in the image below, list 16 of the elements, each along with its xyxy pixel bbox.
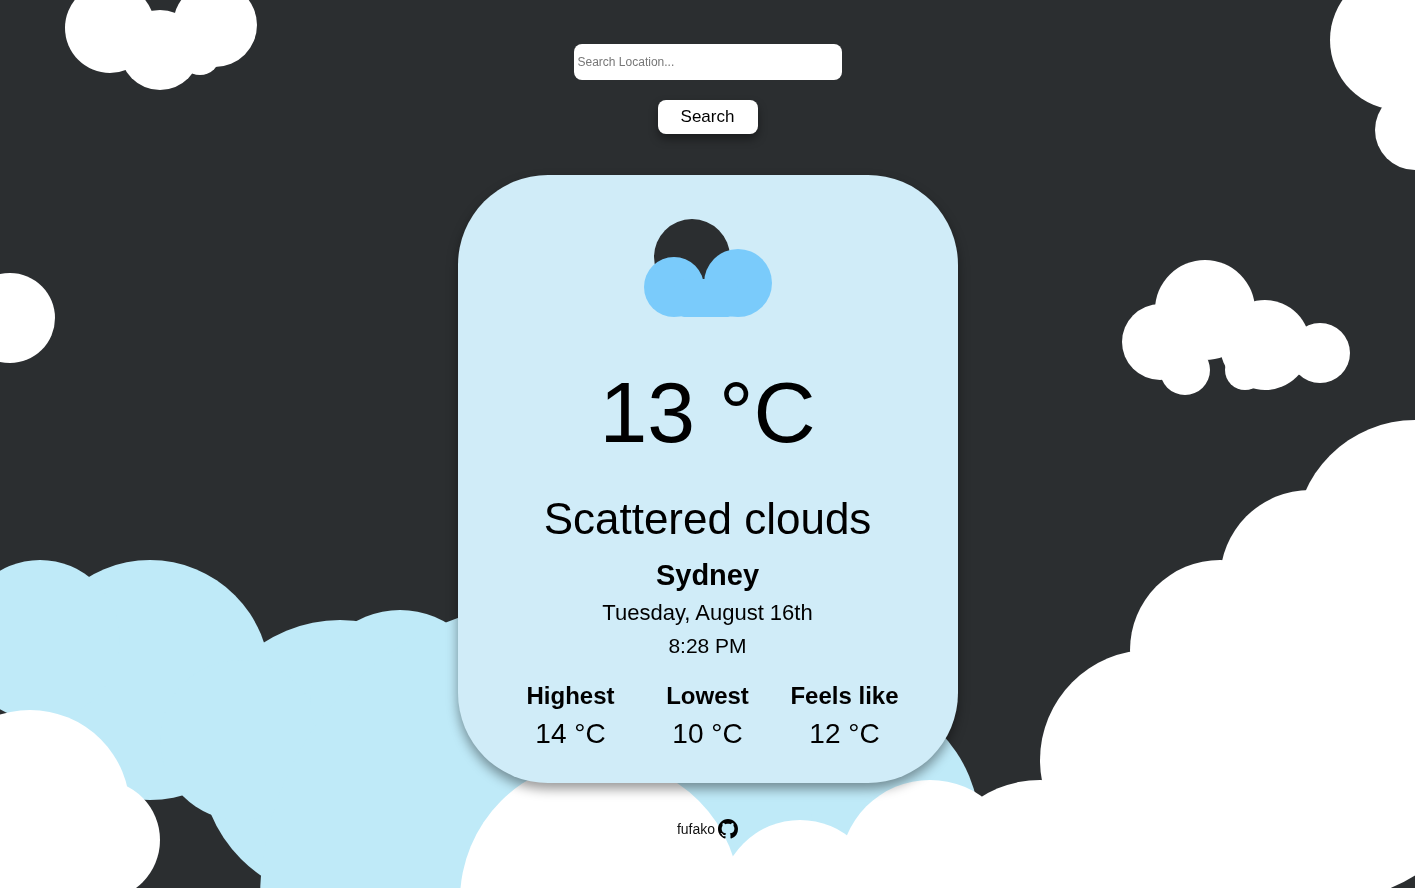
search-field[interactable]: Search Location... xyxy=(573,44,842,80)
search-button[interactable]: Search xyxy=(657,100,758,134)
author-link[interactable]: fufako xyxy=(676,821,716,837)
temperature: 13 °C xyxy=(599,369,816,455)
moon-cloud-icon xyxy=(643,219,772,319)
weather-description: Scattered clouds xyxy=(543,497,872,541)
time-text: 8:28 PM xyxy=(668,634,747,658)
stat-label: Highest xyxy=(526,682,615,710)
stat-value: 14 °C xyxy=(535,718,606,750)
github-icon[interactable] xyxy=(718,819,739,839)
date-text: Tuesday, August 16th xyxy=(602,600,813,626)
stat-label: Feels like xyxy=(790,682,899,710)
stat-label: Lowest xyxy=(666,682,749,710)
stat-value: 12 °C xyxy=(809,718,880,750)
stat-value: 10 °C xyxy=(672,718,743,750)
city-name: Sydney xyxy=(655,559,760,592)
